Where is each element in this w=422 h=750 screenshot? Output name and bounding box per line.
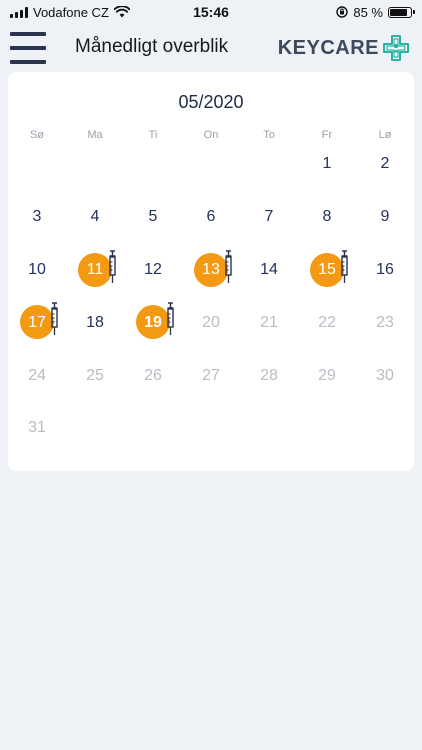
status-bar-left: Vodafone CZ xyxy=(10,5,130,20)
orientation-lock-icon xyxy=(336,6,349,18)
hamburger-menu-icon[interactable] xyxy=(10,32,46,64)
day-number: 1 xyxy=(322,155,332,173)
calendar-day-marked[interactable]: 15 xyxy=(298,244,356,297)
calendar-day[interactable]: 8 xyxy=(298,191,356,244)
day-number: 19 xyxy=(144,313,162,331)
syringe-icon xyxy=(339,249,349,284)
calendar-day-marked[interactable]: 11 xyxy=(66,244,124,297)
calendar-day[interactable]: 25 xyxy=(66,349,124,402)
calendar-day[interactable]: 14 xyxy=(240,244,298,297)
empty-day-cell xyxy=(66,138,124,191)
carrier-label: Vodafone CZ xyxy=(33,4,109,20)
calendar-day[interactable]: 10 xyxy=(8,244,66,297)
empty-day-cell xyxy=(182,138,240,191)
calendar-day-marked[interactable]: 19 xyxy=(124,296,182,349)
wifi-icon xyxy=(113,6,130,18)
day-number: 5 xyxy=(148,208,158,226)
day-number: 15 xyxy=(318,260,336,278)
syringe-icon xyxy=(107,249,117,284)
calendar-day[interactable]: 30 xyxy=(356,349,414,402)
day-number: 26 xyxy=(144,366,162,384)
day-number: 25 xyxy=(86,366,104,384)
day-number: 24 xyxy=(28,366,46,384)
calendar-day[interactable]: 20 xyxy=(182,296,240,349)
battery-percentage: 85 % xyxy=(353,4,383,20)
calendar-day[interactable]: 23 xyxy=(356,296,414,349)
day-number: 6 xyxy=(206,208,216,226)
calendar-day[interactable]: 3 xyxy=(8,191,66,244)
calendar-day[interactable]: 18 xyxy=(66,296,124,349)
calendar-day[interactable]: 7 xyxy=(240,191,298,244)
status-bar-right: 85 % xyxy=(336,4,415,20)
syringe-icon xyxy=(165,302,175,336)
day-number: 21 xyxy=(260,313,278,331)
page-title: Månedligt overblik xyxy=(75,36,229,57)
battery-icon xyxy=(388,6,415,18)
medical-cross-logo-icon xyxy=(383,35,409,61)
day-number: 11 xyxy=(86,260,104,278)
day-number: 13 xyxy=(202,260,220,278)
day-number: 2 xyxy=(380,155,390,173)
app-header: Månedligt overblik KEYCARE xyxy=(0,28,422,68)
day-number: 29 xyxy=(318,366,336,384)
day-number: 30 xyxy=(376,366,394,384)
day-number: 4 xyxy=(90,208,100,226)
calendar-day[interactable]: 16 xyxy=(356,244,414,297)
calendar-day[interactable]: 9 xyxy=(356,191,414,244)
day-number: 18 xyxy=(86,313,104,331)
empty-day-cell xyxy=(240,138,298,191)
day-number: 27 xyxy=(202,366,220,384)
calendar-day[interactable]: 21 xyxy=(240,296,298,349)
day-number: 28 xyxy=(260,366,278,384)
calendar-day-marked[interactable]: 17 xyxy=(8,296,66,349)
syringe-icon xyxy=(223,249,233,284)
day-number: 14 xyxy=(260,260,278,278)
calendar-day[interactable]: 24 xyxy=(8,349,66,402)
calendar-day[interactable]: 28 xyxy=(240,349,298,402)
day-number: 31 xyxy=(28,419,46,437)
calendar-day[interactable]: 4 xyxy=(66,191,124,244)
logo-text: KEYCARE xyxy=(277,36,379,59)
day-number: 12 xyxy=(144,260,162,278)
calendar-day[interactable]: 1 xyxy=(298,138,356,191)
calendar-day[interactable]: 26 xyxy=(124,349,182,402)
calendar-day[interactable]: 27 xyxy=(182,349,240,402)
syringe-icon xyxy=(49,302,59,336)
battery-fill xyxy=(390,8,407,16)
day-number: 17 xyxy=(28,313,46,331)
month-title: 05/2020 xyxy=(178,92,244,112)
status-bar: Vodafone CZ 15:46 85 % xyxy=(0,0,422,24)
calendar-grid: 1 2 3 4 5 6 7 8 9 10 11 12 13 14 15 16 17 18 19 20 21 22 23 24 2… xyxy=(8,138,414,455)
day-number: 3 xyxy=(32,208,42,226)
calendar-day-marked[interactable]: 13 xyxy=(182,244,240,297)
day-number: 8 xyxy=(322,208,332,226)
calendar-day[interactable]: 6 xyxy=(182,191,240,244)
empty-day-cell xyxy=(124,138,182,191)
calendar-card: 05/2020 Sø Ma Ti On To Fr Lø 1 2 3 4 5 6 7 8 9 10 11 12 13… xyxy=(8,72,414,471)
signal-icon xyxy=(10,6,28,18)
day-number: 7 xyxy=(264,208,274,226)
calendar-day[interactable]: 29 xyxy=(298,349,356,402)
day-number: 20 xyxy=(202,313,220,331)
calendar-day[interactable]: 31 xyxy=(8,402,66,455)
day-number: 23 xyxy=(376,313,394,331)
calendar-day[interactable]: 22 xyxy=(298,296,356,349)
day-number: 16 xyxy=(376,260,394,278)
calendar-day[interactable]: 5 xyxy=(124,191,182,244)
calendar-day[interactable]: 12 xyxy=(124,244,182,297)
empty-day-cell xyxy=(8,138,66,191)
day-number: 22 xyxy=(318,313,336,331)
status-time: 15:46 xyxy=(193,4,229,20)
keycare-logo: KEYCARE xyxy=(278,34,410,62)
day-number: 9 xyxy=(380,208,390,226)
calendar-day[interactable]: 2 xyxy=(356,138,414,191)
day-number: 10 xyxy=(28,260,46,278)
